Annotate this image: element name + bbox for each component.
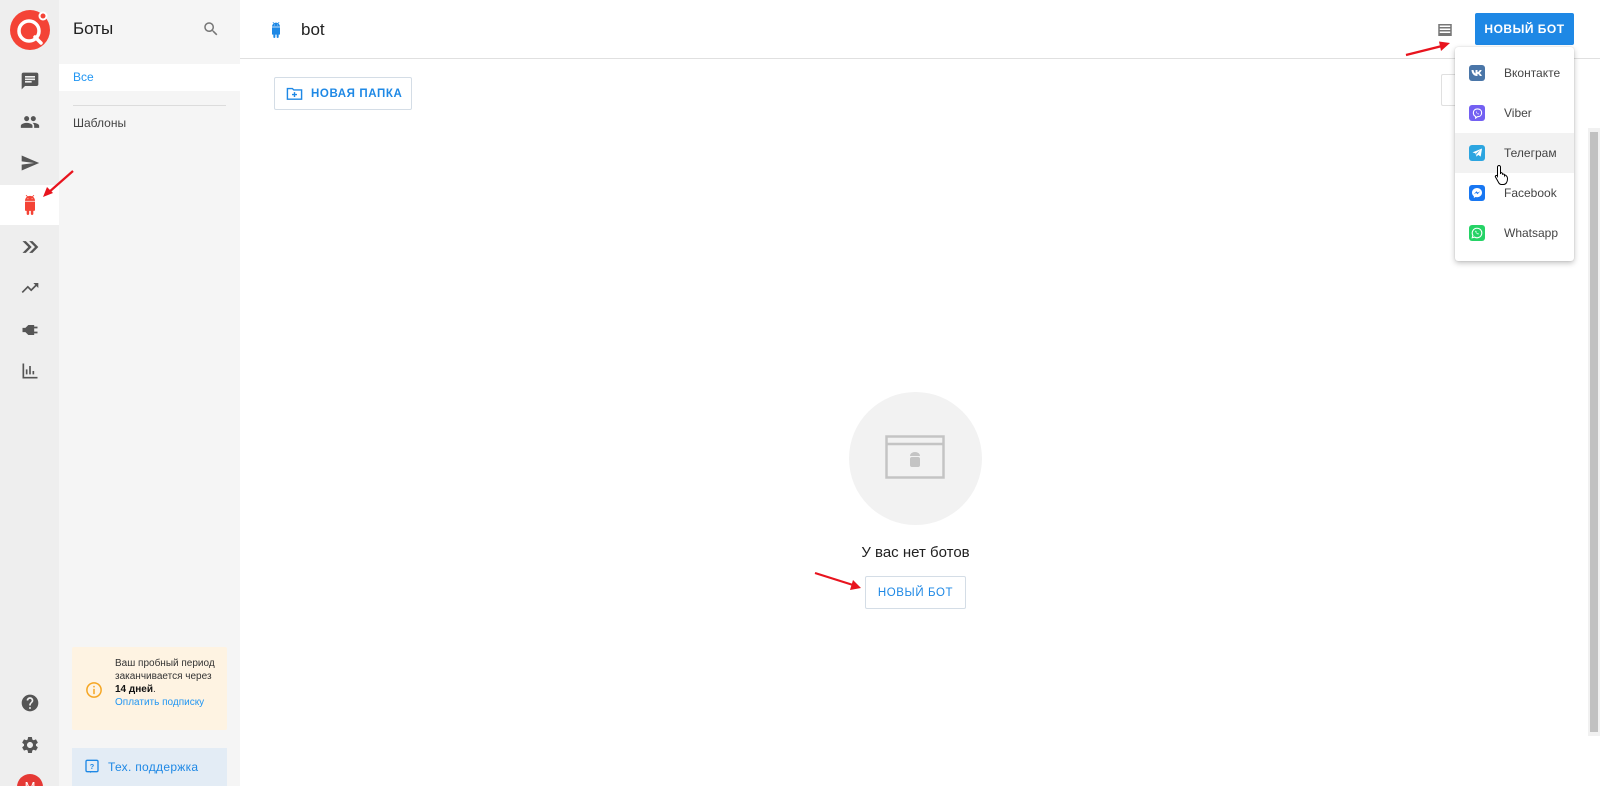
new-folder-label: НОВАЯ ПАПКА [311,87,403,100]
trial-notice: Ваш пробный период заканчивается через 1… [72,647,227,730]
send-icon [21,155,39,171]
rail-settings[interactable] [0,725,59,765]
new-bot-dropdown: Вконтакте Viber Телеграм Facebook Whatsa… [1455,47,1574,261]
empty-state-message: У вас нет ботов [861,544,970,561]
menu-item-label: Viber [1504,106,1532,120]
user-avatar[interactable]: M [17,774,43,786]
sidebar-item-all[interactable]: Все [59,64,240,91]
bar-chart-icon [22,363,37,379]
menu-item-label: Вконтакте [1504,66,1561,80]
empty-new-bot-button[interactable]: НОВЫЙ БОТ [865,576,966,609]
sidebar-item-templates[interactable]: Шаблоны [73,116,126,130]
trial-period: . [153,684,156,695]
menu-item-label: Facebook [1504,186,1557,200]
trending-up-icon [21,283,38,293]
rail-analytics[interactable] [0,268,59,308]
annotation-arrow [1405,41,1450,57]
menu-item-whatsapp[interactable]: Whatsapp [1455,213,1574,253]
top-bar: bot НОВЫЙ БОТ [240,0,1600,59]
sidebar-item-all-label: Все [73,70,94,84]
chat-icon [21,72,38,90]
rail-reports[interactable] [0,351,59,391]
bots-sidebar: Боты Все Шаблоны Ваш пробный период зака… [59,0,240,786]
menu-item-label: Whatsapp [1504,226,1559,240]
sidebar-title: Боты [73,19,114,38]
pay-subscription-link[interactable]: Оплатить подписку [115,696,220,709]
menu-item-facebook[interactable]: Facebook [1455,173,1574,213]
page-title: bot [301,20,325,39]
empty-illustration [849,392,982,525]
support-label: Тех. поддержка [108,760,199,774]
double-chevron-icon [22,241,38,253]
menu-item-vkontakte[interactable]: Вконтакте [1455,53,1574,93]
hand-cursor-icon [1494,164,1509,185]
trial-days: 14 дней [115,684,153,695]
search-icon[interactable] [202,20,220,38]
app: M Боты Все Шаблоны Ваш пробный период за… [0,0,1600,786]
sidebar-divider [73,105,226,106]
rail-funnels[interactable] [0,227,59,267]
svg-text:?: ? [90,762,95,771]
trial-message: Ваш пробный период заканчивается через [115,658,215,682]
menu-item-viber[interactable]: Viber [1455,93,1574,133]
viber-icon [1469,105,1485,121]
rail-help[interactable] [0,683,59,723]
telegram-icon [1469,145,1485,161]
menu-item-telegram[interactable]: Телеграм [1455,133,1574,173]
annotation-arrow [814,571,861,590]
support-icon: ? [85,759,99,773]
list-view-icon[interactable] [1436,21,1454,39]
icon-rail: M [0,0,59,786]
info-icon [86,682,102,698]
vk-icon [1469,65,1485,81]
rail-contacts[interactable] [0,102,59,142]
whatsapp-icon [1469,225,1485,241]
bot-icon [272,22,280,38]
logo-icon[interactable] [9,9,51,51]
rail-chat[interactable] [0,61,59,101]
help-icon [21,694,38,712]
bot-icon [24,195,35,215]
rail-integrations[interactable] [0,310,59,350]
new-bot-button[interactable]: НОВЫЙ БОТ [1475,13,1574,45]
add-folder-icon [286,87,303,100]
plug-icon [22,325,37,335]
contacts-icon [20,116,39,128]
support-button[interactable]: ? Тех. поддержка [72,748,227,786]
empty-bot-window-icon [885,435,945,479]
new-folder-button[interactable]: НОВАЯ ПАПКА [274,77,412,110]
trial-text: Ваш пробный период заканчивается через 1… [115,657,220,709]
messenger-icon [1469,185,1485,201]
gear-icon [21,737,38,753]
annotation-arrow [43,170,74,197]
page-scrollbar[interactable] [1588,128,1600,736]
menu-item-label: Телеграм [1504,146,1557,160]
scrollbar-thumb[interactable] [1590,132,1598,732]
